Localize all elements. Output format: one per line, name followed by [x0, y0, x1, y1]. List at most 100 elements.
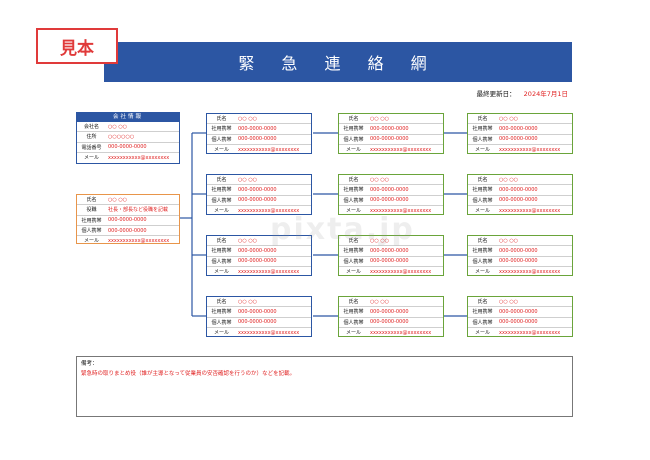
member-field-value: 000-0000-0000 [370, 197, 409, 204]
member-card: 氏名 ○○ ○○ 社用携帯 000-0000-0000 個人携帯 000-0000-000… [467, 296, 573, 337]
member-field-label: 氏名 [216, 177, 227, 184]
member-field-value: 000-0000-0000 [370, 136, 409, 143]
member-field-label: 氏名 [348, 299, 359, 306]
company-phone-label: 電話番号 [81, 144, 102, 151]
member-field-value: 000-0000-0000 [499, 136, 538, 143]
member-field-label: 社用携帯 [211, 187, 232, 194]
member-field-value: 000-0000-0000 [238, 125, 277, 132]
company-address-label: 住所 [86, 134, 97, 141]
member-field-label: 氏名 [348, 116, 359, 123]
member-field-label: 個人携帯 [472, 319, 493, 326]
company-name-label: 会社名 [83, 124, 99, 131]
member-field-value: xxxxxxxxxxx@xxxxxxxx [499, 268, 561, 275]
member-field-value: 000-0000-0000 [499, 247, 538, 254]
notes-title: 備考： [81, 361, 98, 367]
member-field-value: ○○ ○○ [370, 298, 390, 305]
company-info-card: 会社情報 会社名 ○○ ○○ 住所 ○○○○○○ 電話番号 000-0000-0000… [76, 112, 180, 164]
company-name-value: ○○ ○○ [108, 123, 128, 130]
member-field-label: メール [213, 269, 229, 276]
member-field-label: 氏名 [477, 116, 488, 123]
member-field-label: 社用携帯 [472, 126, 493, 133]
member-field-label: 氏名 [477, 299, 488, 306]
member-field-label: 社用携帯 [343, 126, 364, 133]
member-field-value: xxxxxxxxxxx@xxxxxxxx [370, 146, 432, 153]
leader-name-value: ○○ ○○ [108, 196, 128, 203]
member-field-label: 社用携帯 [211, 126, 232, 133]
member-field-value: xxxxxxxxxxx@xxxxxxxx [238, 268, 300, 275]
member-field-value: xxxxxxxxxxx@xxxxxxxx [370, 329, 432, 336]
member-field-label: メール [345, 147, 361, 154]
member-field-value: ○○ ○○ [238, 237, 258, 244]
member-field-value: xxxxxxxxxxx@xxxxxxxx [238, 329, 300, 336]
member-field-label: 氏名 [216, 299, 227, 306]
leader-personal-phone-label: 個人携帯 [81, 228, 102, 235]
member-field-value: 000-0000-0000 [499, 197, 538, 204]
member-field-value: ○○ ○○ [370, 176, 390, 183]
member-field-label: メール [345, 330, 361, 337]
member-field-value: 000-0000-0000 [238, 258, 277, 265]
member-card: 氏名 ○○ ○○ 社用携帯 000-0000-0000 個人携帯 000-0000-000… [206, 113, 312, 154]
member-field-label: 個人携帯 [472, 197, 493, 204]
member-field-value: ○○ ○○ [499, 298, 519, 305]
member-card: 氏名 ○○ ○○ 社用携帯 000-0000-0000 個人携帯 000-0000-000… [467, 113, 573, 154]
member-field-value: 000-0000-0000 [238, 247, 277, 254]
member-field-value: 000-0000-0000 [370, 125, 409, 132]
member-card: 氏名 ○○ ○○ 社用携帯 000-0000-0000 個人携帯 000-0000-000… [338, 235, 444, 276]
member-field-label: メール [474, 147, 490, 154]
member-field-label: 個人携帯 [343, 319, 364, 326]
member-card: 氏名 ○○ ○○ 社用携帯 000-0000-0000 個人携帯 000-0000-000… [467, 235, 573, 276]
member-field-value: 000-0000-0000 [499, 308, 538, 315]
member-field-value: 000-0000-0000 [499, 319, 538, 326]
member-field-value: 000-0000-0000 [238, 308, 277, 315]
member-card: 氏名 ○○ ○○ 社用携帯 000-0000-0000 個人携帯 000-0000-000… [338, 113, 444, 154]
member-field-value: xxxxxxxxxxx@xxxxxxxx [238, 146, 300, 153]
member-field-label: 氏名 [348, 177, 359, 184]
member-field-label: 社用携帯 [343, 309, 364, 316]
member-field-value: 000-0000-0000 [238, 319, 277, 326]
member-field-value: xxxxxxxxxxx@xxxxxxxx [499, 207, 561, 214]
member-field-value: xxxxxxxxxxx@xxxxxxxx [499, 146, 561, 153]
member-field-value: 000-0000-0000 [238, 186, 277, 193]
member-field-value: ○○ ○○ [499, 115, 519, 122]
leader-email-value: xxxxxxxxxxx@xxxxxxxx [108, 237, 170, 244]
member-field-value: 000-0000-0000 [499, 125, 538, 132]
member-field-value: 000-0000-0000 [499, 258, 538, 265]
member-field-value: xxxxxxxxxxx@xxxxxxxx [370, 207, 432, 214]
member-field-value: 000-0000-0000 [370, 186, 409, 193]
leader-position-label: 役職 [86, 207, 97, 214]
notes-box: 備考： 緊急時の取りまとめ役（誰が主導となって従業員の安否確認を行うのか）などを… [76, 356, 573, 417]
leader-work-phone-value: 000-0000-0000 [108, 217, 147, 224]
member-field-value: 000-0000-0000 [370, 247, 409, 254]
member-field-label: メール [474, 269, 490, 276]
member-field-label: 氏名 [216, 238, 227, 245]
notes-body: 緊急時の取りまとめ役（誰が主導となって従業員の安否確認を行うのか）などを記載。 [81, 371, 296, 377]
member-field-value: ○○ ○○ [238, 298, 258, 305]
member-card: 氏名 ○○ ○○ 社用携帯 000-0000-0000 個人携帯 000-0000-000… [206, 235, 312, 276]
member-field-label: 氏名 [477, 238, 488, 245]
member-field-value: ○○ ○○ [238, 176, 258, 183]
member-field-label: 個人携帯 [211, 258, 232, 265]
member-field-value: 000-0000-0000 [370, 258, 409, 265]
member-field-value: xxxxxxxxxxx@xxxxxxxx [238, 207, 300, 214]
member-field-value: ○○ ○○ [238, 115, 258, 122]
leader-email-label: メール [83, 238, 99, 245]
member-field-value: 000-0000-0000 [499, 186, 538, 193]
member-field-label: メール [213, 147, 229, 154]
member-field-value: 000-0000-0000 [238, 136, 277, 143]
member-field-label: メール [474, 330, 490, 337]
member-field-label: 社用携帯 [472, 309, 493, 316]
member-field-label: 社用携帯 [472, 248, 493, 255]
member-field-label: 個人携帯 [211, 136, 232, 143]
member-field-label: メール [345, 269, 361, 276]
member-field-label: 社用携帯 [343, 187, 364, 194]
member-field-label: 氏名 [216, 116, 227, 123]
company-info-header: 会社情報 [77, 113, 179, 122]
member-field-label: 社用携帯 [343, 248, 364, 255]
member-card: 氏名 ○○ ○○ 社用携帯 000-0000-0000 個人携帯 000-0000-000… [338, 174, 444, 215]
member-field-label: 個人携帯 [343, 136, 364, 143]
sample-badge: 見本 [36, 28, 118, 64]
member-field-label: メール [213, 330, 229, 337]
member-field-label: 個人携帯 [211, 319, 232, 326]
company-phone-value: 000-0000-0000 [108, 144, 147, 151]
member-field-label: 個人携帯 [211, 197, 232, 204]
